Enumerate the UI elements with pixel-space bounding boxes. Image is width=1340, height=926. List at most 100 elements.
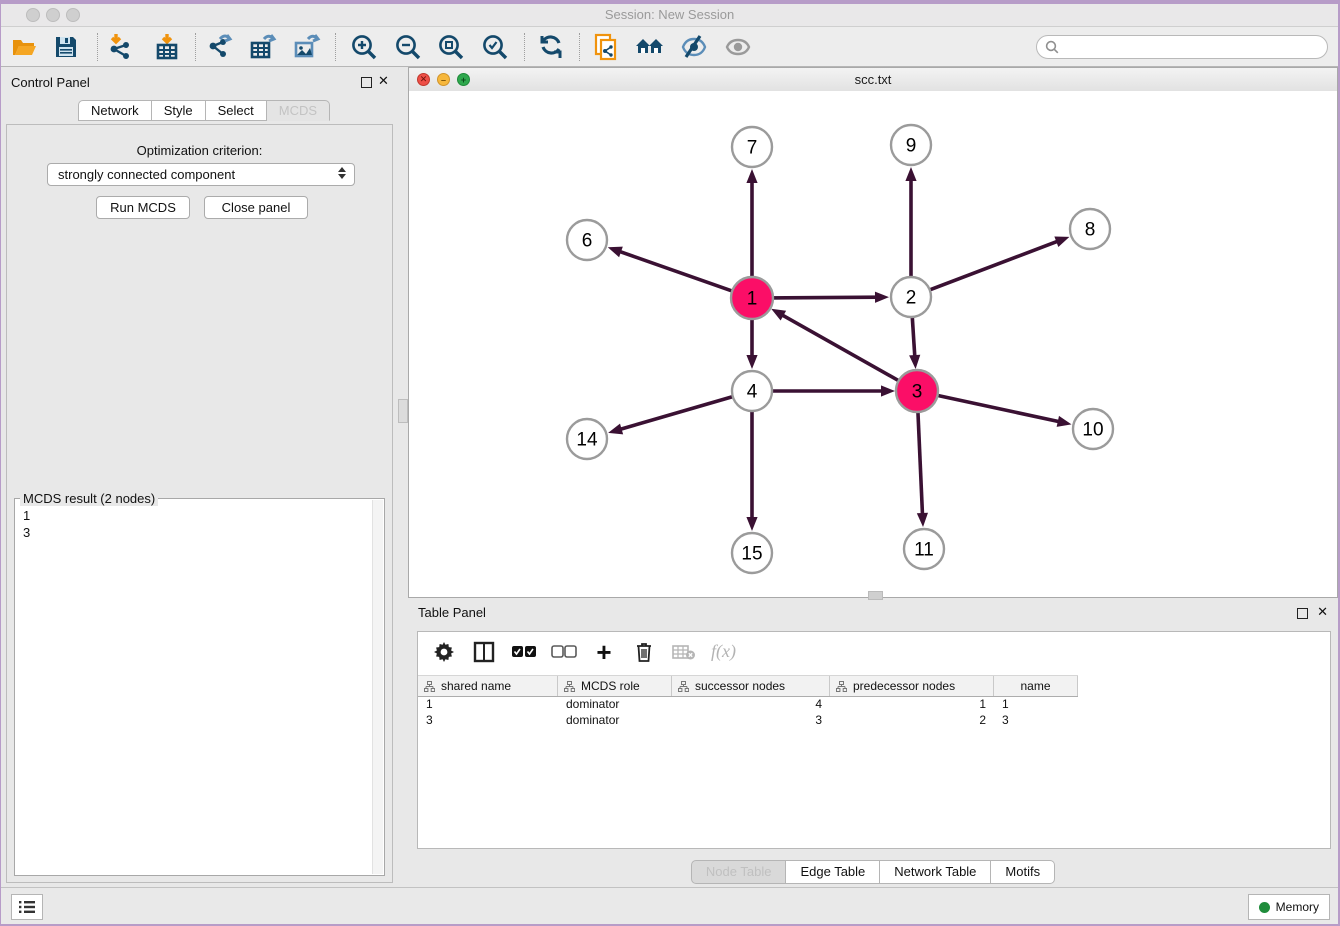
save-icon[interactable] [51, 32, 81, 62]
tab-mcds[interactable]: MCDS [267, 100, 330, 121]
export-network-icon[interactable] [205, 32, 235, 62]
control-panel-tabs: Network Style Select MCDS [78, 100, 330, 121]
tab-network[interactable]: Network [78, 100, 152, 121]
tab-network-table[interactable]: Network Table [880, 860, 991, 884]
table-close-icon[interactable]: ✕ [1317, 604, 1328, 620]
panel-splitter-handle[interactable] [398, 399, 408, 423]
memory-button[interactable]: Memory [1248, 894, 1330, 920]
svg-text:10: 10 [1082, 420, 1103, 441]
toolbar-separator [97, 33, 98, 61]
network-window-titlebar[interactable]: ✕ – + scc.txt [409, 68, 1337, 92]
column-header[interactable]: successor nodes [672, 676, 830, 696]
toggle-graphics-details-icon[interactable] [679, 32, 709, 62]
import-table-icon[interactable] [152, 32, 182, 62]
home-icon[interactable] [635, 32, 665, 62]
zoom-in-icon[interactable] [349, 32, 379, 62]
graph-node-10[interactable]: 10 [1073, 409, 1113, 449]
memory-led-icon [1259, 902, 1270, 913]
graph-edge-3-1[interactable] [781, 314, 903, 383]
graph-node-2[interactable]: 2 [891, 277, 931, 317]
close-panel-button[interactable]: Close panel [204, 196, 308, 219]
table-row[interactable]: 1dominator411 [418, 696, 1330, 712]
birds-eye-view-icon[interactable] [723, 32, 753, 62]
tab-edge-table[interactable]: Edge Table [786, 860, 880, 884]
graph-edge-3-10[interactable] [933, 394, 1061, 422]
column-header[interactable]: name [994, 676, 1078, 696]
graph-edge-2-8[interactable] [926, 241, 1059, 292]
table-float-icon[interactable] [1297, 608, 1308, 619]
graph-edge-4-14[interactable] [619, 395, 737, 429]
graph-node-1[interactable]: 1 [731, 277, 773, 319]
graph-node-4[interactable]: 4 [732, 371, 772, 411]
network-canvas[interactable]: 7 9 6 8 1 2 4 3 14 10 15 11 [409, 91, 1337, 597]
edge-arrowhead [905, 167, 916, 181]
list-icon [18, 900, 36, 914]
criterion-dropdown[interactable]: strongly connected component [47, 163, 355, 186]
mcds-result-text[interactable]: 1 3 [23, 507, 30, 541]
status-bar: Memory [1, 887, 1338, 924]
select-all-icon[interactable] [511, 639, 537, 665]
graph-node-15[interactable]: 15 [732, 533, 772, 573]
zoom-selected-icon[interactable] [480, 32, 510, 62]
deselect-all-icon[interactable] [551, 639, 577, 665]
column-header[interactable]: shared name [418, 676, 558, 696]
search-box[interactable] [1036, 35, 1328, 59]
close-panel-icon[interactable]: ✕ [378, 73, 389, 89]
graph-edge-3-11[interactable] [918, 407, 923, 516]
duplicate-network-icon[interactable] [591, 32, 621, 62]
network-graph: 7 9 6 8 1 2 4 3 14 10 15 11 [409, 91, 1337, 597]
table-cell: 3 [672, 712, 830, 728]
table-cell: 3 [418, 712, 558, 728]
network-resize-grip[interactable] [868, 591, 883, 600]
float-panel-icon[interactable] [361, 77, 372, 88]
tab-motifs[interactable]: Motifs [991, 860, 1055, 884]
run-mcds-button[interactable]: Run MCDS [96, 196, 190, 219]
svg-text:4: 4 [747, 382, 758, 403]
column-header[interactable]: MCDS role [558, 676, 672, 696]
svg-text:6: 6 [582, 231, 593, 252]
tab-style[interactable]: Style [152, 100, 206, 121]
table-cell: 3 [994, 712, 1078, 728]
export-image-icon[interactable] [292, 32, 322, 62]
edge-arrowhead [881, 385, 895, 396]
toolbar-separator [524, 33, 525, 61]
table-cell: dominator [558, 696, 672, 712]
zoom-fit-icon[interactable] [436, 32, 466, 62]
result-scrollbar[interactable] [372, 500, 383, 874]
show-columns-icon[interactable] [471, 639, 497, 665]
delete-trash-icon[interactable] [631, 639, 657, 665]
zoom-out-icon[interactable] [393, 32, 423, 62]
open-folder-icon[interactable] [9, 32, 39, 62]
edge-arrowhead [746, 355, 757, 369]
export-table-icon[interactable] [248, 32, 278, 62]
import-network-icon[interactable] [105, 32, 135, 62]
column-header[interactable]: predecessor nodes [830, 676, 994, 696]
graph-node-9[interactable]: 9 [891, 125, 931, 165]
graph-node-14[interactable]: 14 [567, 419, 607, 459]
graph-edge-1-6[interactable] [618, 251, 737, 293]
graph-node-3[interactable]: 3 [896, 370, 938, 412]
tab-select[interactable]: Select [206, 100, 267, 121]
graph-node-7[interactable]: 7 [732, 127, 772, 167]
refresh-layout-icon[interactable] [536, 32, 566, 62]
table-toolbar: + f(x) [418, 632, 1330, 671]
svg-text:14: 14 [576, 430, 598, 451]
task-history-button[interactable] [11, 894, 43, 920]
control-panel: Control Panel ✕ Network Style Select MCD… [1, 67, 397, 885]
mcds-tab-content: Optimization criterion: strongly connect… [6, 124, 393, 883]
control-panel-title: Control Panel [11, 75, 90, 90]
edge-arrowhead [608, 247, 623, 258]
table-row[interactable]: 3dominator323 [418, 712, 1330, 728]
graph-node-11[interactable]: 11 [904, 529, 944, 569]
search-input[interactable] [1064, 39, 1327, 55]
graph-edge-1-2[interactable] [768, 297, 878, 298]
criterion-value: strongly connected component [58, 167, 235, 182]
tab-node-table[interactable]: Node Table [691, 860, 787, 884]
table-settings-gear-icon[interactable] [431, 639, 457, 665]
graph-edge-2-3[interactable] [912, 313, 915, 358]
svg-text:11: 11 [914, 540, 934, 561]
edge-arrowhead [771, 309, 786, 321]
graph-node-8[interactable]: 8 [1070, 209, 1110, 249]
add-column-icon[interactable]: + [591, 639, 617, 665]
graph-node-6[interactable]: 6 [567, 220, 607, 260]
